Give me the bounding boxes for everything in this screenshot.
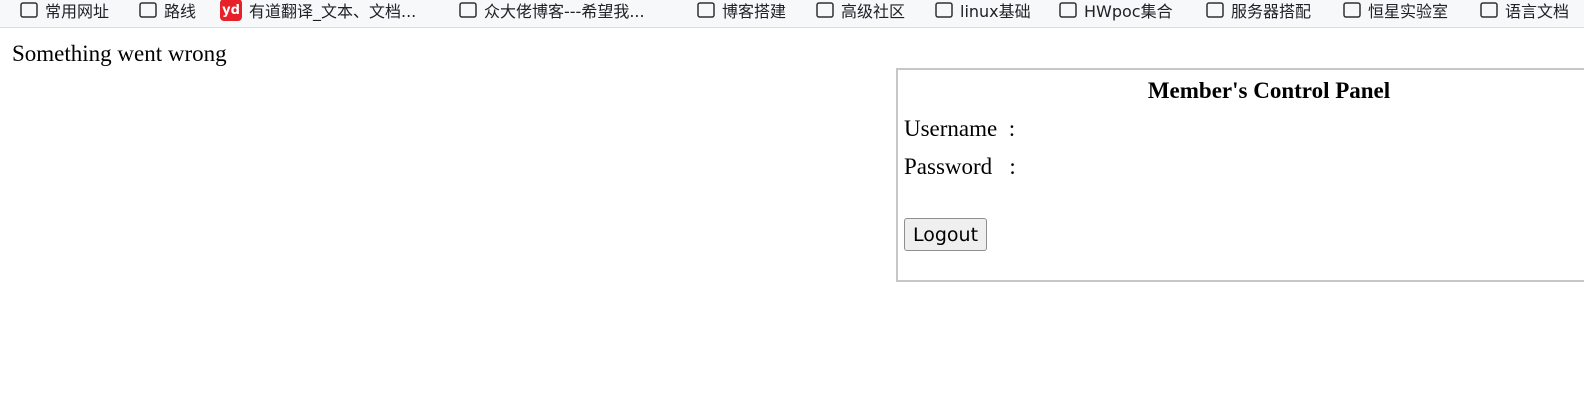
folder-icon: [697, 2, 715, 18]
bookmark-label: linux基础: [960, 2, 1031, 21]
folder-icon: [1343, 2, 1361, 18]
folder-icon: [1059, 2, 1077, 18]
bookmark-dalao-blog[interactable]: 众大佬博客---希望我...: [459, 0, 645, 21]
bookmarks-bar: 常用网址 路线 yd 有道翻译_文本、文档... 众大佬博客---希望我... …: [0, 0, 1584, 28]
folder-icon: [20, 2, 38, 18]
panel-title: Member's Control Panel: [1147, 78, 1391, 103]
folder-icon: [459, 2, 477, 18]
folder-icon: [1206, 2, 1224, 18]
folder-icon: [935, 2, 953, 18]
youdao-icon: yd: [220, 0, 242, 21]
bookmark-label: 常用网址: [45, 2, 110, 21]
folder-icon: [1480, 2, 1498, 18]
bookmark-label: HWpoc集合: [1084, 2, 1173, 21]
folder-icon: [816, 2, 834, 18]
bookmark-label: 服务器搭配: [1231, 2, 1312, 21]
bookmark-language-docs[interactable]: 语言文档: [1480, 0, 1570, 21]
bookmark-changyong[interactable]: 常用网址: [20, 0, 110, 21]
logout-button[interactable]: Logout: [904, 218, 988, 251]
bookmark-luxian[interactable]: 路线: [139, 0, 197, 21]
bookmark-advanced-community[interactable]: 高级社区: [816, 0, 906, 21]
bookmark-server-setup[interactable]: 服务器搭配: [1206, 0, 1312, 21]
bookmark-blog-build[interactable]: 博客搭建: [697, 0, 787, 21]
bookmark-label: 路线: [164, 2, 197, 21]
bookmark-label: 恒星实验室: [1368, 2, 1449, 21]
error-message: Something went wrong: [12, 41, 227, 66]
bookmark-label: 语言文档: [1505, 2, 1570, 21]
folder-icon: [139, 2, 157, 18]
bookmark-label: 众大佬博客---希望我...: [484, 2, 645, 21]
bookmark-youdao[interactable]: yd 有道翻译_文本、文档...: [220, 0, 417, 21]
password-label: Password :: [904, 154, 1016, 179]
bookmark-hwpoc[interactable]: HWpoc集合: [1059, 0, 1173, 21]
bookmark-label: 博客搭建: [722, 2, 787, 21]
bookmark-hengxing-lab[interactable]: 恒星实验室: [1343, 0, 1449, 21]
bookmark-label: 有道翻译_文本、文档...: [249, 2, 417, 21]
bookmark-label: 高级社区: [841, 2, 906, 21]
member-control-panel: Member's Control Panel Username : Passwo…: [896, 68, 1584, 282]
bookmark-linux-basics[interactable]: linux基础: [935, 0, 1031, 21]
username-label: Username :: [904, 116, 1016, 141]
